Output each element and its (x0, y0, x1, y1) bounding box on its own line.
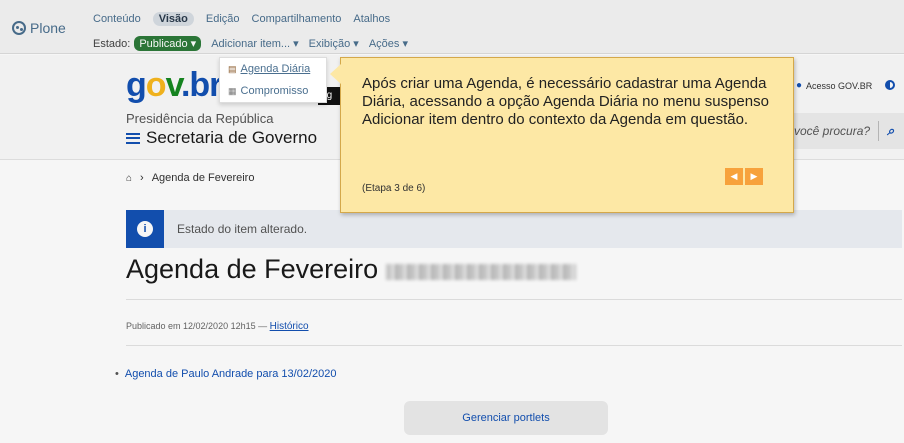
plone-logo-text: Plone (30, 20, 66, 36)
menu-item-agenda-diaria[interactable]: ▤ Agenda Diária (220, 58, 326, 80)
plone-toolbar: Plone Conteúdo Visão Edição Compartilham… (0, 0, 904, 54)
alert-message: Estado do item alterado. (177, 222, 308, 236)
govbr-logo[interactable]: gov.br (126, 66, 222, 104)
list-item[interactable]: • Agenda de Paulo Andrade para 13/02/202… (115, 368, 337, 380)
list-item-link[interactable]: Agenda de Paulo Andrade para 13/02/2020 (125, 368, 337, 380)
presidencia-label: Presidência da República (126, 111, 274, 126)
login-link[interactable]: ● Acesso GOV.BR (796, 80, 872, 91)
search-placeholder: você procura? (794, 124, 871, 138)
add-item-menu[interactable]: Adicionar item... ▾ (211, 37, 298, 50)
tour-pointer (330, 64, 341, 84)
next-step-button[interactable]: ▶ (745, 168, 763, 185)
add-item-dropdown: ▤ Agenda Diária ▦ Compromisso (219, 57, 327, 103)
contrast-icon[interactable] (885, 80, 895, 90)
toolbar-tabs: Conteúdo Visão Edição Compartilhamento A… (93, 12, 390, 26)
logo-letters-br: .br (180, 66, 222, 104)
logo-letter-v: v (165, 66, 182, 104)
tab-atalhos[interactable]: Atalhos (353, 13, 390, 25)
logo-letter-g: g (126, 66, 147, 104)
published-info: Publicado em 12/02/2020 12h15 — Históric… (126, 321, 309, 332)
search-input[interactable]: você procura? ⌕ (790, 113, 904, 149)
actions-menu[interactable]: Ações ▾ (369, 37, 408, 50)
menu-item-label: Compromisso (240, 85, 309, 97)
breadcrumb-separator: › (140, 172, 144, 184)
menu-item-compromisso[interactable]: ▦ Compromisso (220, 80, 326, 102)
toolbar-actions: Estado: Publicado ▾ Adicionar item... ▾ … (93, 36, 408, 51)
tab-conteudo[interactable]: Conteúdo (93, 13, 141, 25)
logo-letter-o: o (145, 66, 167, 104)
status-alert: i Estado do item alterado. (126, 210, 902, 248)
published-date: Publicado em 12/02/2020 12h15 — (126, 321, 268, 331)
divider (126, 345, 902, 346)
state-label: Estado: (93, 37, 131, 50)
tour-step-counter: (Etapa 3 de 6) (362, 183, 426, 194)
tab-edicao[interactable]: Edição (206, 13, 240, 25)
page-title-text: Agenda de Fevereiro (126, 254, 379, 284)
tour-navigation: ◀ ▶ (725, 168, 763, 185)
state-dropdown[interactable]: Publicado ▾ (134, 36, 202, 51)
tab-compartilhamento[interactable]: Compartilhamento (252, 13, 342, 25)
history-link[interactable]: Histórico (270, 321, 309, 332)
plone-logo[interactable]: Plone (12, 20, 66, 36)
site-title-text: Secretaria de Governo (146, 128, 318, 147)
tab-visao[interactable]: Visão (152, 12, 194, 26)
breadcrumb: ⌂ › Agenda de Fevereiro (126, 172, 254, 184)
blurred-name (386, 263, 577, 280)
info-icon: i (126, 210, 164, 248)
tour-popup: Após criar uma Agenda, é necessário cada… (330, 57, 794, 213)
event-icon: ▦ (228, 85, 237, 96)
bullet: • (115, 368, 119, 380)
menu-icon[interactable] (126, 132, 140, 144)
breadcrumb-current[interactable]: Agenda de Fevereiro (152, 172, 255, 184)
plone-logo-icon (12, 21, 26, 35)
site-title[interactable]: Secretaria de Governo (126, 128, 317, 148)
tour-text: Após criar uma Agenda, é necessário cada… (362, 75, 769, 128)
search-divider (878, 121, 880, 141)
display-menu[interactable]: Exibição ▾ (309, 37, 359, 50)
menu-item-label: Agenda Diária (240, 63, 311, 75)
home-icon[interactable]: ⌂ (126, 173, 132, 184)
page-title: Agenda de Fevereiro (126, 254, 577, 285)
search-icon[interactable]: ⌕ (887, 123, 894, 139)
manage-portlets-button[interactable]: Gerenciar portlets (404, 401, 608, 435)
prev-step-button[interactable]: ◀ (725, 168, 743, 185)
user-icon: ● (796, 80, 803, 91)
login-label: Acesso GOV.BR (806, 80, 873, 91)
divider (126, 299, 902, 300)
calendar-icon: ▤ (228, 63, 237, 74)
